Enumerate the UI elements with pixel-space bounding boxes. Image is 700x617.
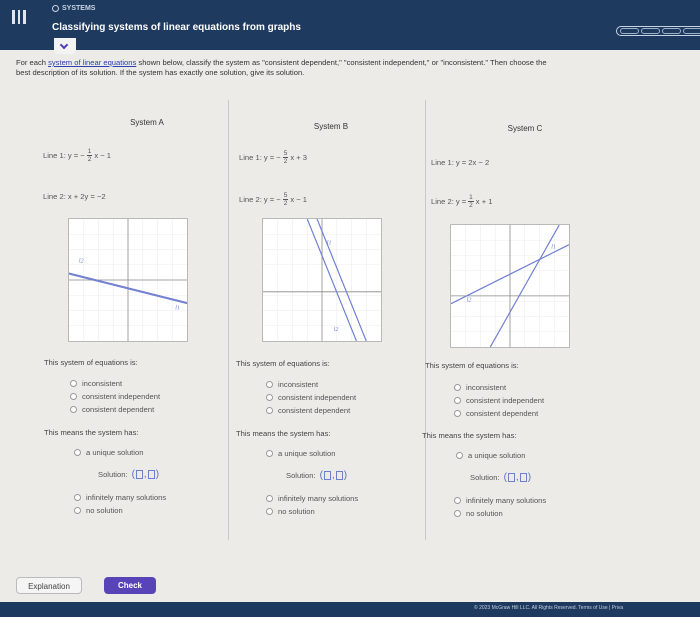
system-b-l2-label: l2 (334, 327, 339, 333)
system-c-l1-label: l1 (551, 245, 556, 251)
progress-indicator (616, 26, 700, 36)
check-button[interactable]: Check (104, 577, 156, 594)
radio-icon[interactable] (266, 508, 273, 515)
system-a-none-option[interactable]: no solution (74, 506, 123, 515)
radio-icon[interactable] (74, 507, 81, 514)
radio-icon[interactable] (454, 510, 461, 517)
system-a-graph: l2 l1 (68, 218, 188, 342)
system-c-prompt: This system of equations is: (425, 361, 519, 370)
footer-text: © 2023 McGraw Hill LLC. All Rights Reser… (474, 605, 624, 611)
footer: © 2023 McGraw Hill LLC. All Rights Reser… (0, 602, 700, 617)
radio-icon[interactable] (74, 494, 81, 501)
system-c-line1: Line 1: y = 2x − 2 (431, 158, 490, 167)
explanation-button[interactable]: Explanation (16, 577, 82, 594)
system-b-l1-label: l1 (327, 241, 332, 247)
system-a-line2: Line 2: x + 2y = −2 (43, 192, 106, 201)
system-c-graph: l1 l2 (450, 224, 570, 348)
system-a-option-inconsistent[interactable]: inconsistent (70, 379, 122, 388)
menu-icon[interactable] (12, 10, 27, 26)
system-c-line2: Line 2: y = 12 x + 1 (431, 194, 493, 209)
topic-label: SYSTEMS (52, 5, 95, 12)
radio-icon[interactable] (70, 380, 77, 387)
system-a-infinite-option[interactable]: infinitely many solutions (74, 493, 166, 502)
system-b-means: This means the system has: (236, 429, 331, 438)
page-title: Classifying systems of linear equations … (52, 22, 301, 33)
radio-icon[interactable] (70, 406, 77, 413)
system-c-option-dependent[interactable]: consistent dependent (454, 409, 538, 418)
system-a-line1: Line 1: y = − 12 x − 1 (43, 148, 112, 163)
system-c-option-independent[interactable]: consistent independent (454, 396, 544, 405)
radio-icon[interactable] (74, 449, 81, 456)
system-b-line2: Line 2: y = − 52 x − 1 (239, 192, 308, 207)
system-b-solution: Solution:(,) (286, 470, 348, 481)
system-a-option-independent[interactable]: consistent independent (70, 392, 160, 401)
system-b-line1: Line 1: y = − 52 x + 3 (239, 150, 308, 165)
system-a-option-dependent[interactable]: consistent dependent (70, 405, 154, 414)
solution-input[interactable]: (,) (320, 470, 347, 481)
system-c-infinite-option[interactable]: infinitely many solutions (454, 496, 546, 505)
system-a-unique-option[interactable]: a unique solution (74, 448, 143, 457)
radio-icon[interactable] (454, 397, 461, 404)
system-a-means: This means the system has: (44, 428, 139, 437)
column-divider (228, 100, 229, 540)
radio-icon[interactable] (266, 381, 273, 388)
system-c-solution: Solution:(,) (470, 472, 532, 483)
systems-panel: System A Line 1: y = − 12 x − 1 Line 2: … (30, 100, 690, 540)
system-c-none-option[interactable]: no solution (454, 509, 503, 518)
system-a-l1-label: l1 (175, 306, 180, 312)
system-a-title: System A (130, 118, 164, 127)
system-c-means: This means the system has: (422, 431, 517, 440)
system-b-title: System B (313, 122, 349, 131)
radio-icon[interactable] (266, 495, 273, 502)
system-c-l2-label: l2 (467, 298, 472, 304)
system-b-prompt: This system of equations is: (236, 359, 330, 368)
radio-icon[interactable] (456, 452, 463, 459)
radio-icon[interactable] (454, 497, 461, 504)
system-a-prompt: This system of equations is: (44, 358, 138, 367)
system-b-option-inconsistent[interactable]: inconsistent (266, 380, 318, 389)
collapse-toggle-button[interactable] (54, 38, 76, 54)
system-b-unique-option[interactable]: a unique solution (266, 449, 335, 458)
top-bar: SYSTEMS Classifying systems of linear eq… (0, 0, 700, 50)
chevron-down-icon (59, 40, 69, 50)
radio-icon[interactable] (266, 394, 273, 401)
system-a-solution: Solution:(,) (98, 469, 160, 480)
radio-icon[interactable] (266, 450, 273, 457)
solution-input[interactable]: (,) (132, 469, 159, 480)
instructions: For each system of linear equations show… (16, 58, 547, 77)
radio-icon[interactable] (454, 410, 461, 417)
system-b-none-option[interactable]: no solution (266, 507, 315, 516)
solution-input[interactable]: (,) (504, 472, 531, 483)
system-c-title: System C (507, 124, 543, 133)
system-b-infinite-option[interactable]: infinitely many solutions (266, 494, 358, 503)
topic-ring-icon (52, 5, 59, 12)
system-a-l2-label: l2 (79, 258, 84, 264)
system-b-option-dependent[interactable]: consistent dependent (266, 406, 350, 415)
system-b-graph: l1 l2 (262, 218, 382, 342)
radio-icon[interactable] (454, 384, 461, 391)
radio-icon[interactable] (70, 393, 77, 400)
system-c-unique-option[interactable]: a unique solution (456, 451, 525, 460)
system-b-option-independent[interactable]: consistent independent (266, 393, 356, 402)
radio-icon[interactable] (266, 407, 273, 414)
system-c-option-inconsistent[interactable]: inconsistent (454, 383, 506, 392)
glossary-link[interactable]: system of linear equations (48, 58, 136, 67)
